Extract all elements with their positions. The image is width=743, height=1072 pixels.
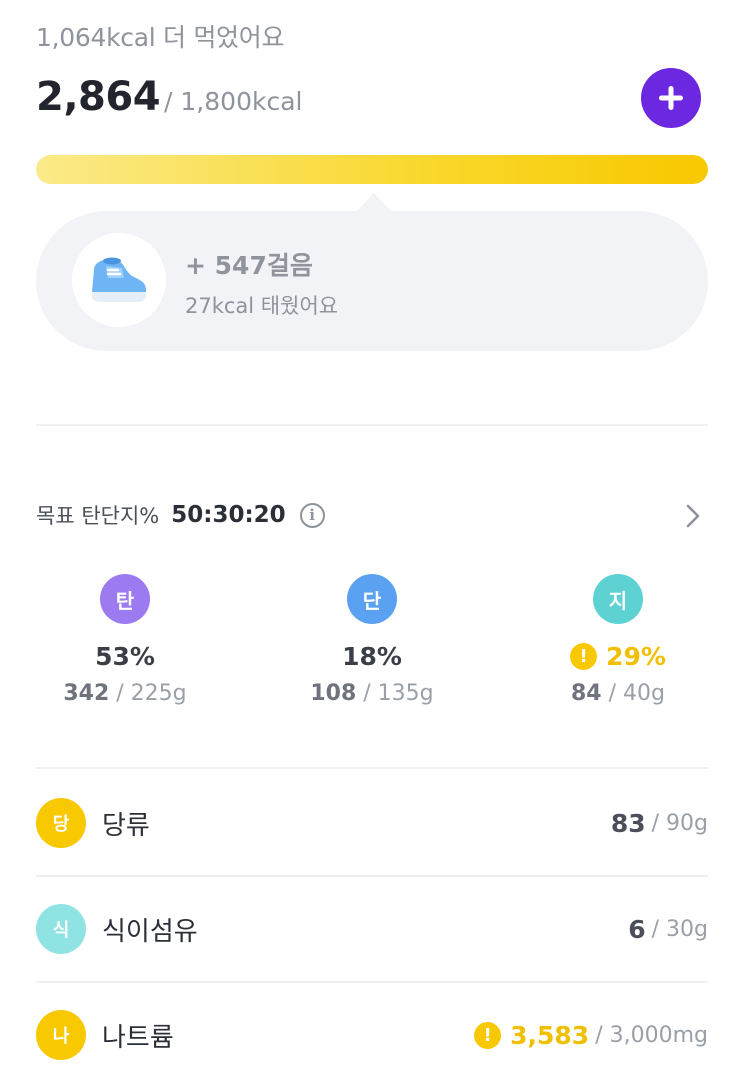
current-kcal: 2,864	[36, 74, 161, 120]
macro-target-header[interactable]: 목표 탄단지% 50:30:20 i	[36, 500, 325, 530]
carbs-amount: 342 / 225g	[25, 681, 225, 706]
nutrient-row-sodium[interactable]: 나 나트륨 ! 3,583 / 3,000mg	[36, 982, 708, 1072]
sodium-current: 3,583	[510, 1020, 590, 1050]
sodium-badge: 나	[36, 1010, 86, 1060]
nutrient-row-fiber[interactable]: 식 식이섬유 6 / 30g	[36, 876, 708, 982]
macro-protein: 단 18% 108 / 135g	[272, 574, 472, 706]
fat-amount: 84 / 40g	[518, 681, 718, 706]
macro-target-label: 목표 탄단지%	[36, 504, 160, 528]
fat-percent: ! 29%	[518, 642, 718, 671]
carbs-current: 342	[63, 681, 110, 706]
protein-percent-value: 18%	[342, 642, 402, 671]
calorie-progress-bar	[36, 155, 708, 184]
fiber-badge: 식	[36, 904, 86, 954]
fiber-value: 6 / 30g	[628, 915, 708, 944]
macro-fat: 지 ! 29% 84 / 40g	[518, 574, 718, 706]
sneaker-icon	[72, 233, 166, 327]
carbs-goal: / 225g	[116, 681, 187, 706]
macro-carbs: 탄 53% 342 / 225g	[25, 574, 225, 706]
steps-burned-kcal: 27kcal 태웠어요	[185, 294, 339, 318]
calorie-progress-fill	[36, 155, 708, 184]
sugar-badge: 당	[36, 798, 86, 848]
add-meal-button[interactable]	[641, 68, 701, 128]
carbs-percent: 53%	[25, 642, 225, 671]
sugar-value: 83 / 90g	[611, 809, 708, 838]
protein-current: 108	[310, 681, 357, 706]
fiber-goal: / 30g	[651, 916, 708, 942]
sodium-goal: / 3,000mg	[595, 1022, 708, 1048]
protein-goal: / 135g	[363, 681, 434, 706]
goal-kcal: / 1,800kcal	[164, 87, 303, 116]
section-divider	[36, 767, 708, 769]
macro-target-ratio: 50:30:20	[171, 502, 286, 528]
nutrition-summary-screen: 1,064kcal 더 먹었어요 2,864 / 1,800kcal + 547…	[0, 0, 743, 1072]
protein-badge: 단	[347, 574, 397, 624]
bubble-pointer	[356, 193, 392, 212]
warning-icon: !	[570, 643, 598, 670]
fiber-current: 6	[628, 914, 646, 944]
fat-percent-value: 29%	[606, 642, 666, 671]
steps-count: + 547걸음	[185, 251, 313, 280]
sodium-label: 나트륨	[102, 1022, 174, 1053]
carbs-badge: 탄	[100, 574, 150, 624]
fat-badge: 지	[593, 574, 643, 624]
sugar-goal: / 90g	[651, 810, 708, 836]
warning-icon: !	[474, 1021, 502, 1049]
sodium-value: ! 3,583 / 3,000mg	[474, 1021, 708, 1050]
plus-icon	[659, 86, 683, 110]
carbs-percent-value: 53%	[95, 642, 155, 671]
info-icon[interactable]: i	[299, 502, 325, 528]
calorie-total: 2,864 / 1,800kcal	[36, 74, 302, 120]
protein-percent: 18%	[272, 642, 472, 671]
fat-current: 84	[571, 681, 602, 706]
calorie-over-message: 1,064kcal 더 먹었어요	[36, 23, 285, 52]
fat-goal: / 40g	[608, 681, 665, 706]
fiber-label: 식이섬유	[102, 916, 198, 947]
sugar-current: 83	[610, 808, 646, 838]
protein-amount: 108 / 135g	[272, 681, 472, 706]
chevron-right-icon[interactable]	[683, 503, 703, 529]
nutrient-row-sugar[interactable]: 당 당류 83 / 90g	[36, 770, 708, 876]
sugar-label: 당류	[102, 810, 150, 841]
section-divider	[36, 424, 708, 426]
